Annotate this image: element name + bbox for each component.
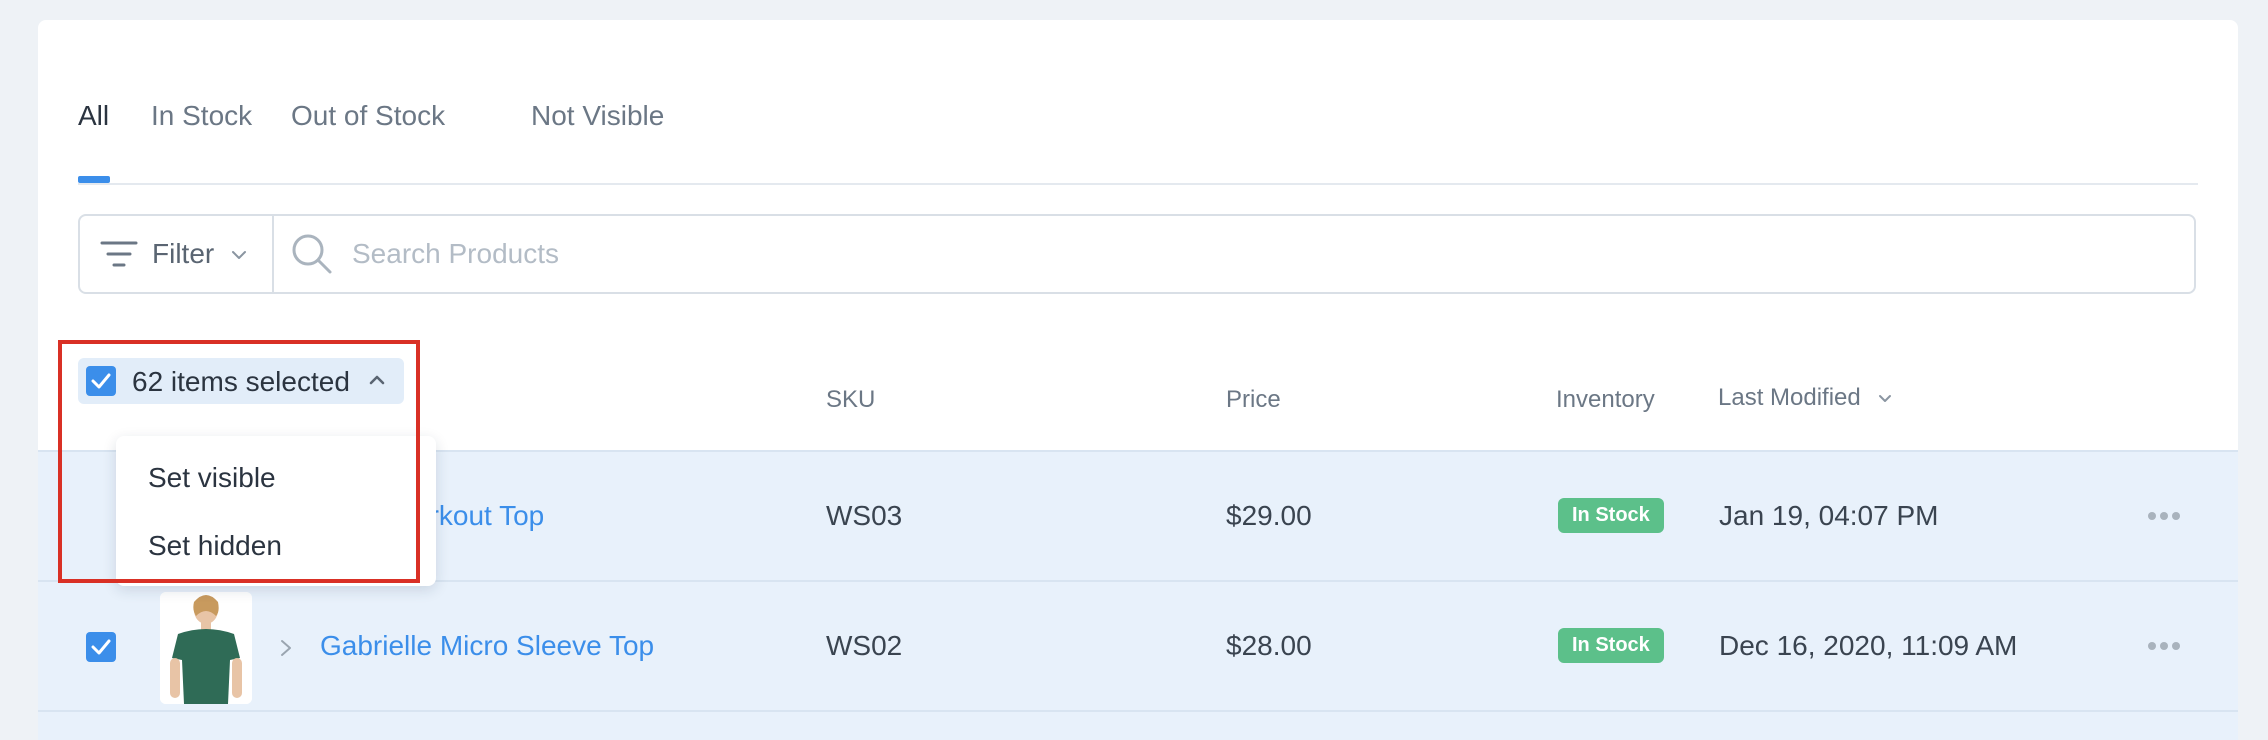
annotation-highlight xyxy=(58,340,420,583)
search-icon xyxy=(292,234,332,274)
tab-in-stock[interactable]: In Stock xyxy=(151,100,252,132)
product-price: $29.00 xyxy=(1226,500,1312,531)
tab-out-of-stock[interactable]: Out of Stock xyxy=(291,100,445,132)
product-last-modified: Jan 19, 04:07 PM xyxy=(1719,500,1939,531)
chevron-right-icon[interactable] xyxy=(278,638,294,658)
row-checkbox[interactable] xyxy=(86,632,116,662)
sort-chevron-down-icon xyxy=(1879,394,1892,402)
search-bar: Filter xyxy=(78,214,2196,294)
product-sku: WS02 xyxy=(826,630,903,661)
filter-button[interactable]: Filter xyxy=(80,216,274,292)
product-price: $28.00 xyxy=(1226,630,1312,661)
check-icon xyxy=(91,639,111,655)
tabs-divider xyxy=(78,183,2198,185)
status-badge: In Stock xyxy=(1558,628,1664,663)
tab-all[interactable]: All xyxy=(78,100,109,132)
product-last-modified: Dec 16, 2020, 11:09 AM xyxy=(1719,630,2018,661)
product-name-link[interactable]: Gabrielle Micro Sleeve Top xyxy=(320,630,654,662)
search-input[interactable] xyxy=(352,230,2152,278)
column-header-sku[interactable]: SKU xyxy=(826,386,875,414)
chevron-down-icon xyxy=(232,251,246,259)
product-sku: WS03 xyxy=(826,500,903,531)
table-row[interactable] xyxy=(38,710,2238,740)
column-header-last-modified-label: Last Modified xyxy=(1718,384,1861,411)
column-header-price[interactable]: Price xyxy=(1226,386,1281,414)
status-badge: In Stock xyxy=(1558,498,1664,533)
column-header-inventory[interactable]: Inventory xyxy=(1556,386,1655,414)
product-thumbnail xyxy=(160,592,252,704)
more-icon[interactable] xyxy=(2146,510,2182,522)
column-header-last-modified[interactable]: Last Modified xyxy=(1718,384,1893,412)
more-icon[interactable] xyxy=(2146,640,2182,652)
filter-label: Filter xyxy=(152,238,215,269)
tab-bar: All In Stock Out of Stock Not Visible xyxy=(78,80,2198,184)
tab-not-visible[interactable]: Not Visible xyxy=(531,100,664,132)
active-tab-indicator xyxy=(78,176,110,183)
filter-icon xyxy=(100,241,138,267)
product-image xyxy=(160,592,252,704)
table-row[interactable]: Gabrielle Micro Sleeve Top WS02 $28.00 I… xyxy=(38,580,2238,710)
